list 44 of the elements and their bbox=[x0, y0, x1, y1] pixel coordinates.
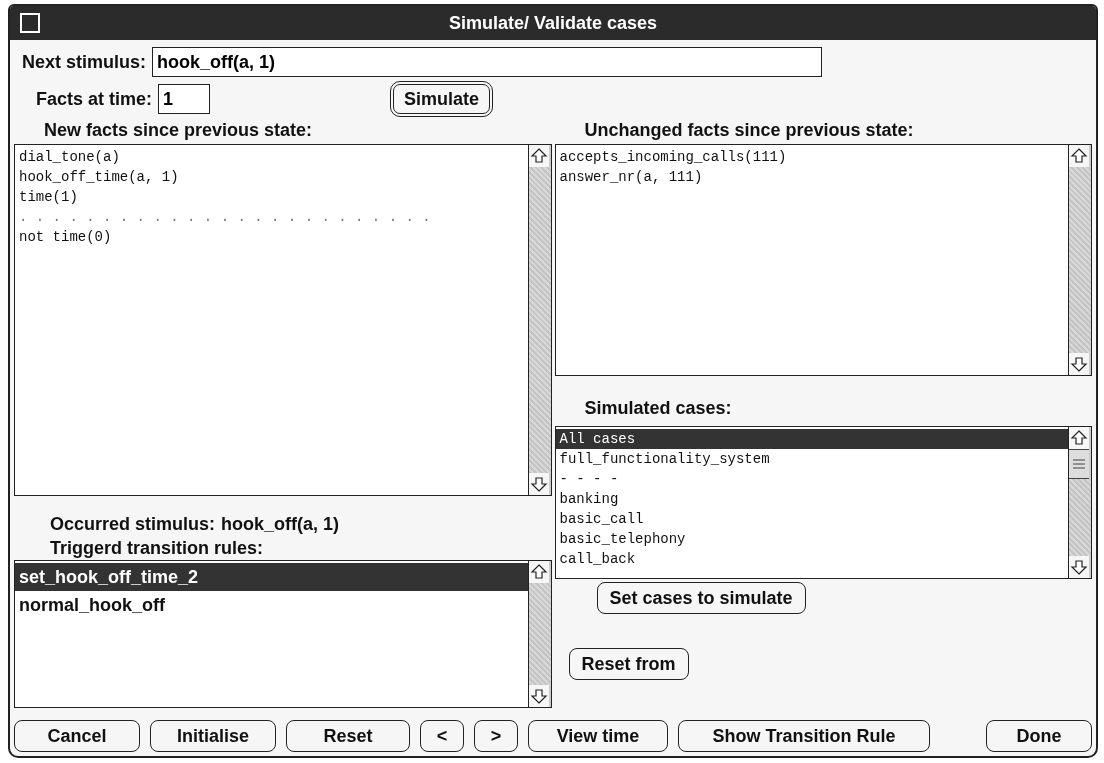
dialog-button[interactable]: Reset bbox=[286, 720, 410, 752]
simulate-button[interactable]: Simulate bbox=[390, 81, 494, 117]
list-item[interactable]: banking bbox=[555, 489, 1068, 509]
list-item[interactable]: normal_hook_off bbox=[15, 591, 528, 619]
reset-from-button[interactable]: Reset from bbox=[568, 648, 689, 680]
scroll-thumb[interactable] bbox=[1069, 449, 1089, 479]
scroll-bar[interactable] bbox=[527, 561, 551, 707]
field-label: Occurred stimulus: bbox=[50, 514, 216, 535]
dialog-button[interactable]: Cancel bbox=[14, 720, 140, 752]
dialog-button[interactable]: Done bbox=[986, 720, 1092, 752]
dialog-button[interactable]: > bbox=[474, 720, 518, 752]
input-field[interactable]: hook_off(a, 1) bbox=[152, 47, 823, 77]
list-heading: Simulated cases: bbox=[583, 398, 733, 420]
list-item: time(1) bbox=[18, 188, 79, 207]
list-item: not time(0) bbox=[18, 228, 113, 247]
scroll-bar[interactable] bbox=[1068, 427, 1091, 578]
close-box[interactable] bbox=[20, 13, 40, 33]
field-label: Next stimulus: bbox=[22, 51, 147, 73]
dialog-button[interactable]: < bbox=[420, 720, 464, 752]
list-heading: New facts since previous state: bbox=[43, 120, 314, 142]
list-item[interactable]: All cases bbox=[555, 429, 1068, 449]
set-cases-button[interactable]: Set cases to simulate bbox=[596, 582, 806, 614]
list-item[interactable]: basic_call bbox=[555, 509, 1068, 529]
list-item[interactable]: full_functionality_system bbox=[555, 449, 1068, 469]
list-item[interactable]: call_back bbox=[555, 549, 1068, 569]
scroll-bar[interactable] bbox=[1068, 145, 1091, 375]
input-field[interactable]: 1 bbox=[158, 84, 211, 114]
list-item: answer_nr(a, 111) bbox=[558, 168, 704, 187]
list-item[interactable]: basic_telephony bbox=[555, 529, 1068, 549]
list-item: accepts_incoming_calls(111) bbox=[558, 148, 788, 167]
scroll-bar[interactable] bbox=[527, 145, 551, 495]
stimulus-value: hook_off(a, 1) bbox=[221, 514, 340, 535]
list-item: . . . . . . . . . . . . . . . . . . . . . . . . . bbox=[18, 208, 432, 227]
list-item: hook_off_time(a, 1) bbox=[18, 168, 180, 187]
dialog-button[interactable]: Show Transition Rule bbox=[678, 720, 930, 752]
window-title: Simulate/ Validate cases bbox=[447, 12, 659, 34]
list-heading: Triggerd transition rules: bbox=[49, 538, 265, 560]
dialog-button[interactable]: Initialise bbox=[150, 720, 276, 752]
dialog-button[interactable]: View time bbox=[528, 720, 668, 752]
list-item: dial_tone(a) bbox=[18, 148, 121, 167]
list-item[interactable]: set_hook_off_time_2 bbox=[15, 563, 528, 591]
field-label: Facts at time: bbox=[36, 88, 153, 110]
list-item[interactable]: - - - - bbox=[555, 469, 1068, 489]
list-heading: Unchanged facts since previous state: bbox=[583, 120, 915, 142]
